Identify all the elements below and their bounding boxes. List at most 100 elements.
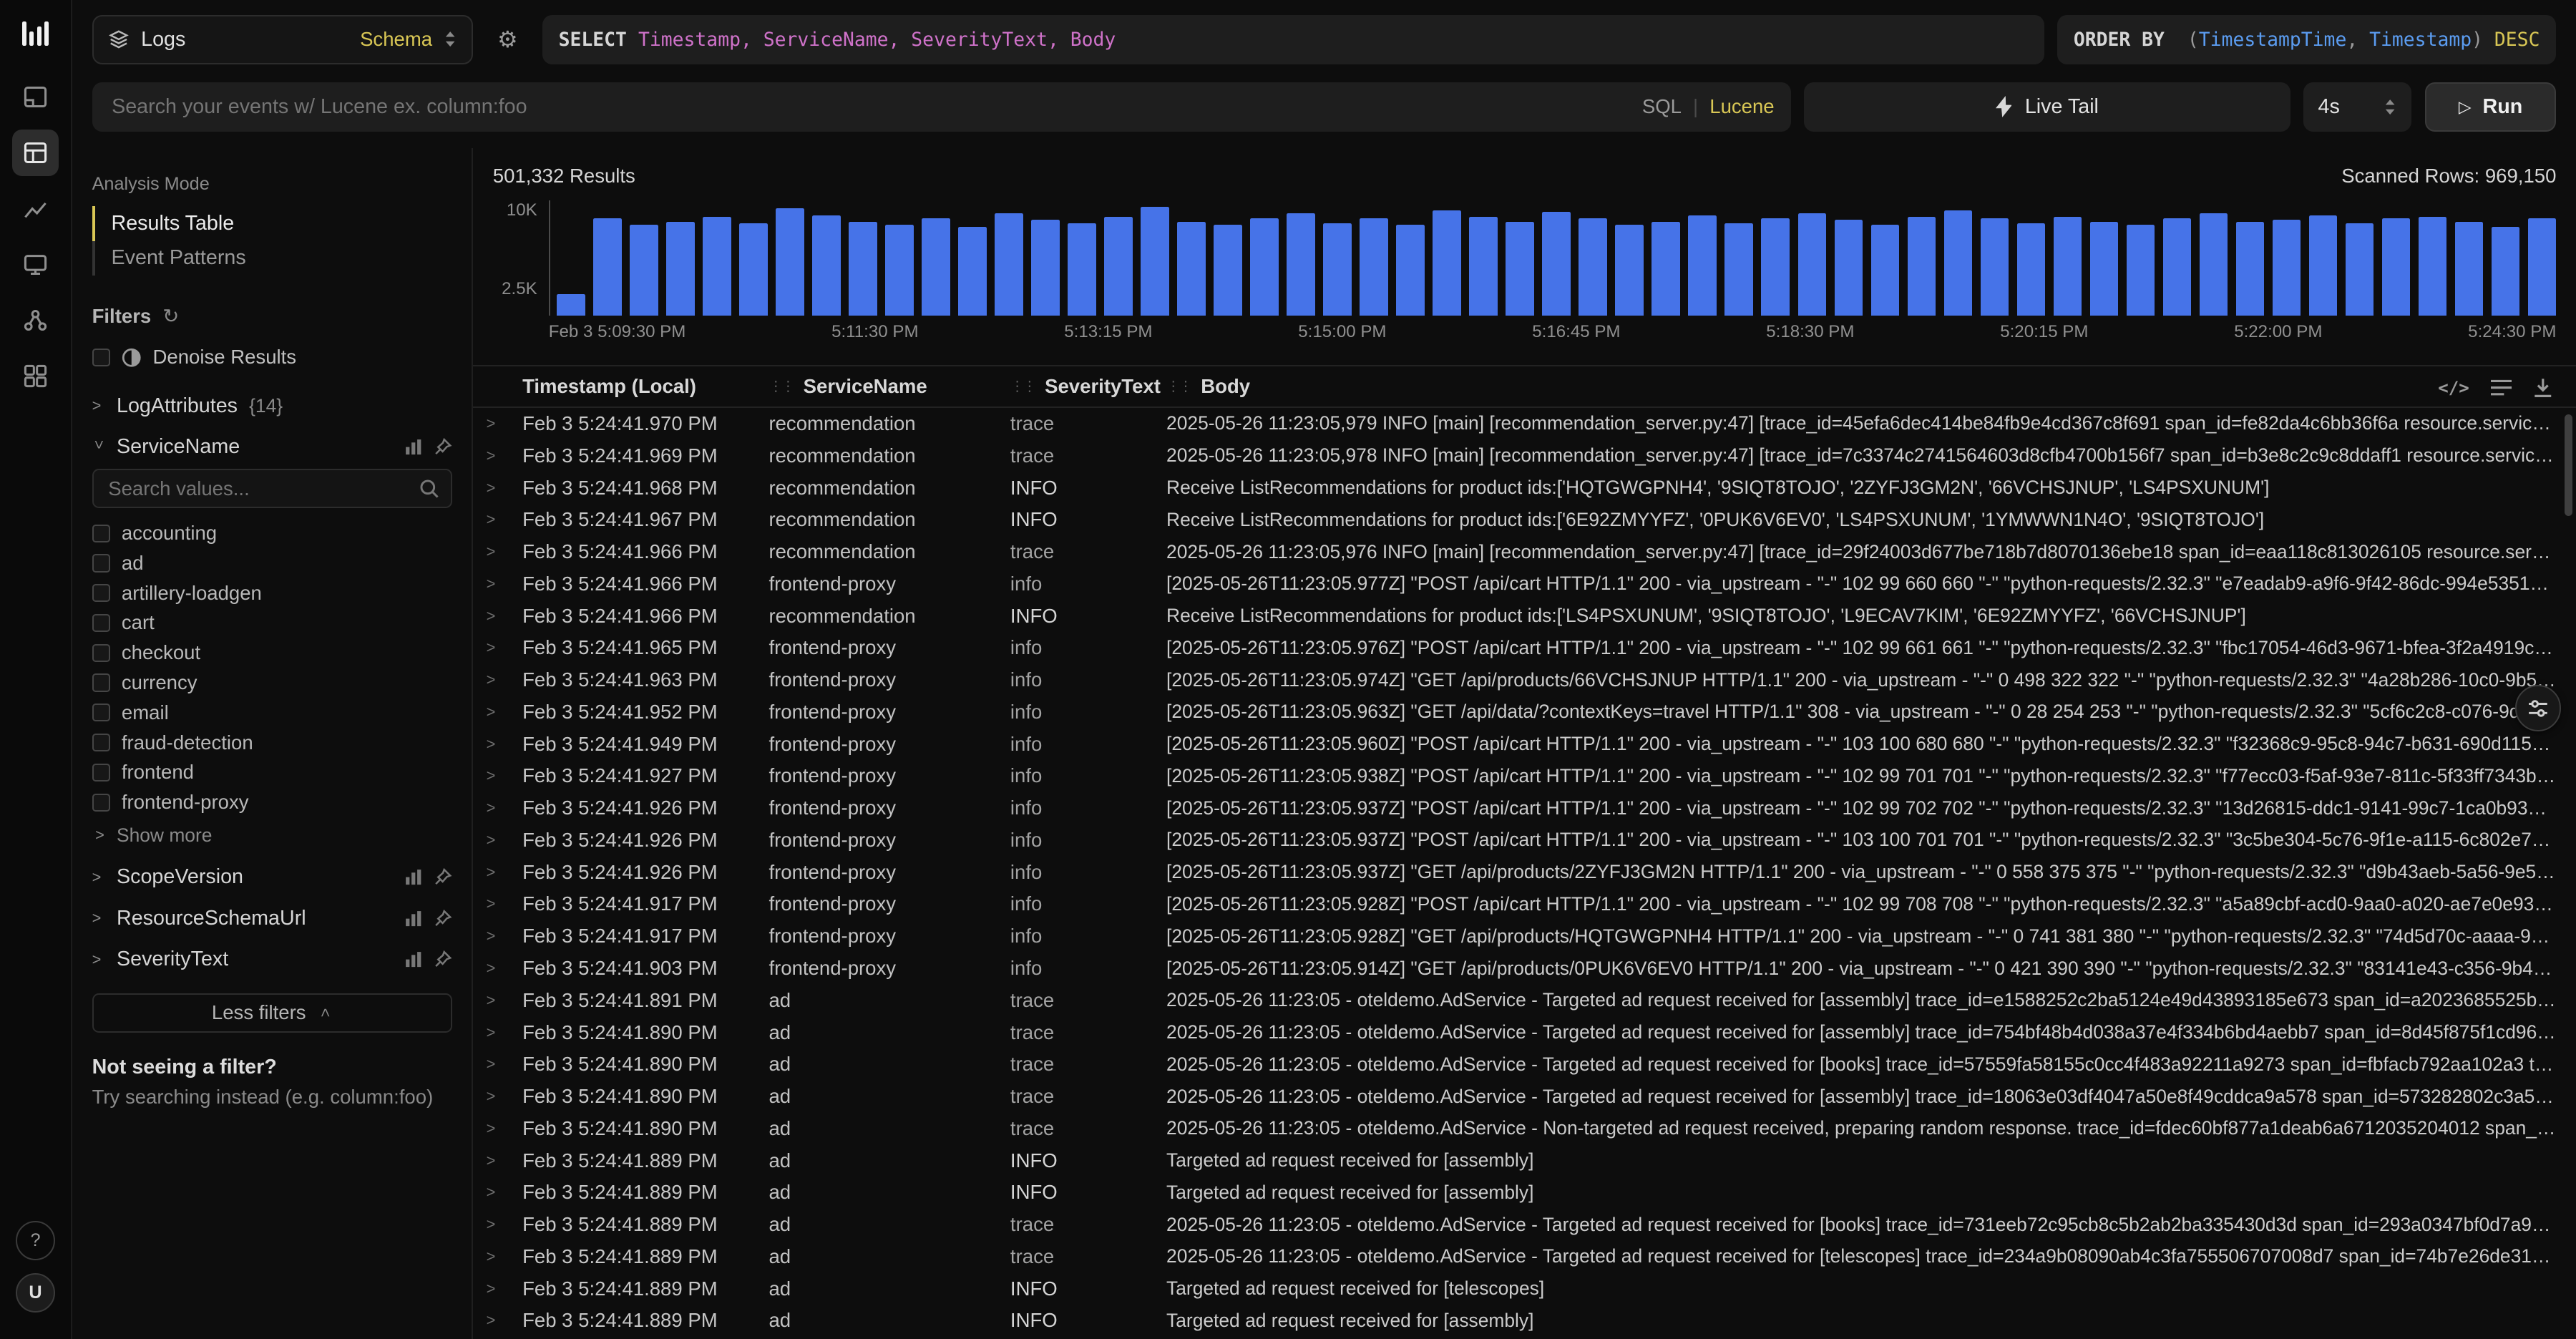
column-settings-fab[interactable] [2515,685,2561,731]
service-value-cart[interactable]: cart [92,608,452,638]
app-logo-icon[interactable] [22,16,49,46]
pin-icon[interactable] [434,438,452,456]
pin-icon[interactable] [434,950,452,968]
log-row[interactable]: > Feb 3 5:24:41.889 PM ad INFO Targeted … [473,1177,2576,1209]
log-row[interactable]: > Feb 3 5:24:41.969 PM recommendation tr… [473,439,2576,472]
log-row[interactable]: > Feb 3 5:24:41.891 PM ad trace 2025-05-… [473,984,2576,1016]
nav-dashboards-button[interactable] [12,74,58,120]
histogram-bar[interactable] [849,222,877,316]
row-expander-icon[interactable]: > [487,863,523,882]
histogram-bar[interactable] [1469,217,1498,316]
histogram-bar[interactable] [2163,218,2192,315]
histogram-bar[interactable] [1944,210,1973,316]
service-value-email[interactable]: email [92,698,452,728]
service-value-accounting[interactable]: accounting [92,518,452,548]
log-row[interactable]: > Feb 3 5:24:41.889 PM ad INFO Targeted … [473,1305,2576,1337]
histogram-bar[interactable] [1724,223,1753,316]
log-row[interactable]: > Feb 3 5:24:41.889 PM ad trace 2025-05-… [473,1241,2576,1273]
schema-badge[interactable]: Schema [360,28,432,51]
row-expander-icon[interactable]: > [487,671,523,689]
sql-select-display[interactable]: SELECTTimestamp, ServiceName, SeverityTe… [542,15,2044,64]
live-tail-button[interactable]: Live Tail [1804,82,2290,132]
histogram-bar[interactable] [739,223,768,316]
histogram-bar[interactable] [1104,217,1133,316]
row-expander-icon[interactable]: > [487,1183,523,1202]
service-value-ad[interactable]: ad [92,548,452,578]
row-expander-icon[interactable]: > [487,799,523,817]
col-header-timestamp[interactable]: Timestamp (Local) [522,375,769,398]
histogram-bar[interactable] [1542,212,1571,316]
histogram-bar[interactable] [1433,210,1461,316]
row-expander-icon[interactable]: > [487,638,523,657]
log-row[interactable]: > Feb 3 5:24:41.917 PM frontend-proxy in… [473,920,2576,953]
log-row[interactable]: > Feb 3 5:24:41.952 PM frontend-proxy in… [473,696,2576,729]
row-expander-icon[interactable]: > [487,510,523,529]
histogram-bar[interactable] [1250,218,1279,315]
less-filters-button[interactable]: Less filters > [92,993,452,1033]
histogram-bar[interactable] [885,225,914,315]
histogram-bar[interactable] [2054,217,2082,316]
log-row[interactable]: > Feb 3 5:24:41.927 PM frontend-proxy in… [473,760,2576,792]
row-expander-icon[interactable]: > [487,542,523,561]
log-row[interactable]: > Feb 3 5:24:41.890 PM ad trace 2025-05-… [473,1081,2576,1113]
log-row[interactable]: > Feb 3 5:24:41.968 PM recommendation IN… [473,472,2576,504]
histogram-bar[interactable] [1908,217,1936,316]
log-row[interactable]: > Feb 3 5:24:41.966 PM recommendation tr… [473,536,2576,568]
histogram-bar[interactable] [1579,218,1607,315]
nav-monitors-button[interactable] [12,241,58,287]
row-expander-icon[interactable]: > [487,831,523,849]
log-row[interactable]: > Feb 3 5:24:41.926 PM frontend-proxy in… [473,824,2576,857]
help-button[interactable]: ? [16,1221,55,1260]
histogram-bar[interactable] [995,213,1023,315]
row-expander-icon[interactable]: > [487,1055,523,1073]
row-expander-icon[interactable]: > [487,1311,523,1330]
histogram-bar[interactable] [2236,222,2265,316]
log-row[interactable]: > Feb 3 5:24:41.926 PM frontend-proxy in… [473,856,2576,888]
row-expander-icon[interactable]: > [487,927,523,945]
histogram-bar[interactable] [703,217,731,316]
attr-scopeversion[interactable]: > ScopeVersion [92,857,452,897]
mini-chart-icon[interactable] [404,868,422,886]
histogram-bar[interactable] [2309,215,2338,316]
refresh-filters-icon[interactable]: ↻ [162,305,179,328]
histogram-bar[interactable] [666,222,695,316]
histogram-bar[interactable] [1287,213,1315,315]
histogram-bar[interactable] [812,215,841,316]
show-more-button[interactable]: > Show more [92,821,452,850]
log-row[interactable]: > Feb 3 5:24:41.967 PM recommendation IN… [473,504,2576,536]
service-value-fraud-detection[interactable]: fraud-detection [92,728,452,758]
log-row[interactable]: > Feb 3 5:24:41.966 PM frontend-proxy in… [473,568,2576,600]
source-select[interactable]: Logs Schema [92,15,474,64]
histogram-bar[interactable] [2017,223,2046,316]
histogram-bar[interactable] [2200,213,2228,315]
row-expander-icon[interactable]: > [487,895,523,913]
log-row[interactable]: > Feb 3 5:24:41.917 PM frontend-proxy in… [473,888,2576,920]
log-row[interactable]: > Feb 3 5:24:41.970 PM recommendation tr… [473,408,2576,440]
histogram-bar[interactable] [1615,225,1644,315]
row-expander-icon[interactable]: > [487,1151,523,1170]
histogram-bar[interactable] [593,218,622,315]
col-header-severitytext[interactable]: ⋮⋮SeverityText [1010,375,1166,398]
histogram-bar[interactable] [2273,220,2301,315]
histogram-bar[interactable] [1323,223,1352,316]
histogram-bar[interactable] [1871,225,1900,315]
row-expander-icon[interactable]: > [487,959,523,978]
log-row[interactable]: > Feb 3 5:24:41.926 PM frontend-proxy in… [473,792,2576,824]
histogram-bar[interactable] [557,294,585,316]
mini-chart-icon[interactable] [404,438,422,456]
log-row[interactable]: > Feb 3 5:24:41.889 PM ad INFO Targeted … [473,1144,2576,1177]
download-icon[interactable] [2533,377,2553,399]
filter-value-search-input[interactable] [105,476,419,502]
user-avatar[interactable]: U [16,1273,55,1313]
histogram-bar[interactable] [1214,225,1242,315]
drag-handle-icon[interactable]: ⋮⋮ [1166,378,1191,395]
row-expander-icon[interactable]: > [487,1215,523,1234]
source-settings-button[interactable]: ⚙ [487,16,530,62]
log-row[interactable]: > Feb 3 5:24:41.966 PM recommendation IN… [473,600,2576,632]
histogram-bar[interactable] [2127,225,2155,315]
histogram-bar[interactable] [1761,218,1790,315]
histogram-bar[interactable] [630,225,658,315]
histogram-bar[interactable] [1688,215,1717,316]
log-row[interactable]: > Feb 3 5:24:41.890 PM ad trace 2025-05-… [473,1112,2576,1144]
service-value-checkout[interactable]: checkout [92,638,452,668]
